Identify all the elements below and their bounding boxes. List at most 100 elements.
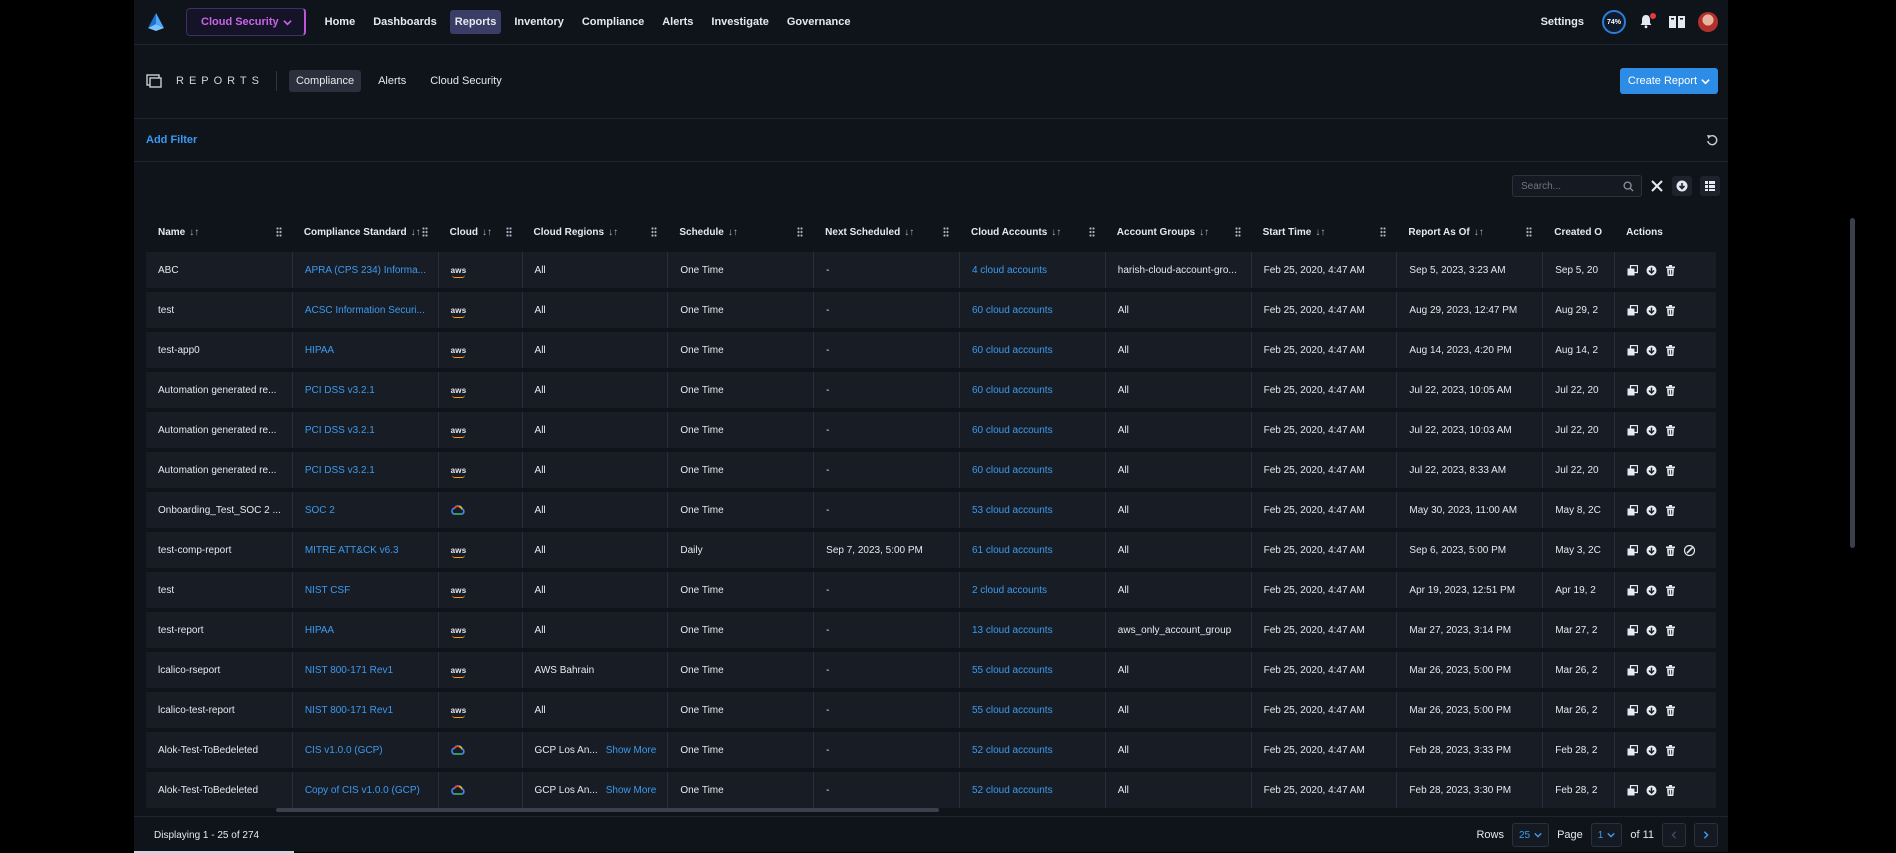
trash-icon[interactable] (1665, 464, 1676, 476)
cloud-accounts-link-text[interactable]: 60 cloud accounts (972, 385, 1053, 396)
download-icon[interactable] (1646, 385, 1657, 396)
compliance-standard-link[interactable]: NIST 800-171 Rev1 (291, 692, 438, 728)
compliance-standard-link-text[interactable]: HIPAA (305, 625, 334, 636)
prisma-logo-icon[interactable] (146, 12, 166, 32)
compliance-standard-link[interactable]: CIS v1.0.0 (GCP) (291, 732, 438, 768)
compliance-standard-link-text[interactable]: PCI DSS v3.2.1 (305, 465, 375, 476)
copy-icon[interactable] (1627, 624, 1639, 636)
trash-icon[interactable] (1665, 264, 1676, 276)
cloud-accounts-link[interactable]: 13 cloud accounts (958, 612, 1105, 648)
rows-per-page-select[interactable]: 25 (1511, 823, 1550, 847)
cloud-accounts-link-text[interactable]: 60 cloud accounts (972, 305, 1053, 316)
table-row[interactable]: test-report HIPAA aws All One Time - 13 cloud … (146, 612, 1716, 648)
sort-icon[interactable]: ↓↑ (608, 227, 618, 238)
drag-handle-icon[interactable] (1089, 227, 1095, 237)
table-row[interactable]: Alok-Test-ToBedeleted Copy of CIS v1.0.0 … (146, 772, 1716, 808)
copy-icon[interactable] (1627, 384, 1639, 396)
nav-compliance[interactable]: Compliance (577, 10, 649, 34)
drag-handle-icon[interactable] (1526, 227, 1532, 237)
cloud-accounts-link[interactable]: 55 cloud accounts (958, 652, 1105, 688)
cloud-accounts-link-text[interactable]: 4 cloud accounts (972, 265, 1047, 276)
sort-icon[interactable]: ↓↑ (411, 227, 421, 238)
download-icon[interactable] (1646, 665, 1657, 676)
compliance-standard-link[interactable]: Copy of CIS v1.0.0 (GCP) (291, 772, 438, 808)
show-more-link[interactable]: Show More (606, 785, 657, 796)
drag-handle-icon[interactable] (943, 227, 949, 237)
trash-icon[interactable] (1665, 784, 1676, 796)
copy-icon[interactable] (1627, 264, 1639, 276)
download-icon[interactable] (1646, 305, 1657, 316)
cloud-accounts-link[interactable]: 60 cloud accounts (958, 452, 1105, 488)
compliance-standard-link[interactable]: NIST 800-171 Rev1 (291, 652, 438, 688)
cloud-accounts-link-text[interactable]: 52 cloud accounts (972, 785, 1053, 796)
compliance-standard-link-text[interactable]: PCI DSS v3.2.1 (305, 385, 375, 396)
tab-cloud-security[interactable]: Cloud Security (423, 70, 509, 92)
copy-icon[interactable] (1627, 344, 1639, 356)
copy-icon[interactable] (1627, 704, 1639, 716)
drag-handle-icon[interactable] (422, 227, 428, 237)
nav-alerts[interactable]: Alerts (657, 10, 698, 34)
compliance-standard-link[interactable]: SOC 2 (291, 492, 438, 528)
compliance-standard-link-text[interactable]: PCI DSS v3.2.1 (305, 425, 375, 436)
vertical-scrollbar[interactable] (1850, 218, 1855, 548)
sort-icon[interactable]: ↓↑ (1199, 227, 1209, 238)
compliance-standard-link[interactable]: HIPAA (291, 612, 438, 648)
compliance-standard-link-text[interactable]: NIST 800-171 Rev1 (305, 705, 393, 716)
nav-home[interactable]: Home (320, 10, 361, 34)
col-account-groups-header[interactable]: Account Groups ↓↑ (1105, 216, 1251, 248)
cloud-accounts-link-text[interactable]: 13 cloud accounts (972, 625, 1053, 636)
tab-alerts[interactable]: Alerts (371, 70, 413, 92)
context-switcher[interactable]: Cloud Security (186, 8, 306, 36)
cloud-accounts-link-text[interactable]: 2 cloud accounts (972, 585, 1047, 596)
compliance-standard-link[interactable]: ACSC Information Securi... (291, 292, 438, 328)
download-icon[interactable] (1646, 505, 1657, 516)
compliance-standard-link[interactable]: NIST CSF (291, 572, 438, 608)
copy-icon[interactable] (1627, 664, 1639, 676)
download-icon[interactable] (1646, 785, 1657, 796)
trash-icon[interactable] (1665, 424, 1676, 436)
copy-icon[interactable] (1627, 304, 1639, 316)
table-row[interactable]: Automation generated re... PCI DSS v3.2.1… (146, 372, 1716, 408)
nav-dashboards[interactable]: Dashboards (368, 10, 442, 34)
close-icon[interactable] (1650, 179, 1664, 193)
cloud-accounts-link[interactable]: 2 cloud accounts (958, 572, 1105, 608)
cloud-accounts-link[interactable]: 52 cloud accounts (958, 772, 1105, 808)
cloud-accounts-link-text[interactable]: 53 cloud accounts (972, 505, 1053, 516)
compliance-standard-link-text[interactable]: MITRE ATT&CK v6.3 (305, 545, 399, 556)
trash-icon[interactable] (1665, 584, 1676, 596)
trash-icon[interactable] (1665, 544, 1676, 556)
avatar[interactable] (1698, 12, 1718, 32)
download-icon[interactable] (1646, 585, 1657, 596)
docs-icon[interactable] (1668, 14, 1686, 30)
page-select[interactable]: 1 (1590, 823, 1623, 847)
download-icon[interactable] (1646, 345, 1657, 356)
trash-icon[interactable] (1665, 384, 1676, 396)
cloud-accounts-link-text[interactable]: 60 cloud accounts (972, 345, 1053, 356)
tab-compliance[interactable]: Compliance (288, 70, 362, 92)
copy-icon[interactable] (1627, 424, 1639, 436)
col-schedule-header[interactable]: Schedule ↓↑ (667, 216, 813, 248)
col-next-scheduled-header[interactable]: Next Scheduled ↓↑ (813, 216, 959, 248)
compliance-standard-link-text[interactable]: APRA (CPS 234) Informa... (305, 265, 426, 276)
table-row[interactable]: lcalico-test-report NIST 800-171 Rev1 aws A… (146, 692, 1716, 728)
table-row[interactable]: Alok-Test-ToBedeleted CIS v1.0.0 (GCP) GCP… (146, 732, 1716, 768)
cloud-accounts-link[interactable]: 60 cloud accounts (958, 372, 1105, 408)
cloud-accounts-link-text[interactable]: 55 cloud accounts (972, 665, 1053, 676)
cloud-accounts-link-text[interactable]: 55 cloud accounts (972, 705, 1053, 716)
cloud-accounts-link[interactable]: 60 cloud accounts (958, 412, 1105, 448)
table-row[interactable]: ABC APRA (CPS 234) Informa... aws All One Ti… (146, 252, 1716, 288)
table-row[interactable]: Onboarding_Test_SOC 2 ... SOC 2 All One Tim… (146, 492, 1716, 528)
drag-handle-icon[interactable] (1234, 227, 1241, 237)
drag-handle-icon[interactable] (651, 227, 657, 237)
reset-icon[interactable] (1706, 134, 1718, 146)
col-cloud-regions-header[interactable]: Cloud Regions ↓↑ (522, 216, 668, 248)
compliance-standard-link[interactable]: PCI DSS v3.2.1 (291, 372, 438, 408)
nav-investigate[interactable]: Investigate (706, 10, 773, 34)
compliance-standard-link-text[interactable]: HIPAA (305, 345, 334, 356)
download-icon[interactable] (1646, 745, 1657, 756)
compliance-standard-link[interactable]: APRA (CPS 234) Informa... (291, 252, 438, 288)
download-icon[interactable] (1646, 425, 1657, 436)
sort-icon[interactable]: ↓↑ (1474, 227, 1484, 238)
table-row[interactable]: test-comp-report MITRE ATT&CK v6.3 aws All D… (146, 532, 1716, 568)
sort-icon[interactable]: ↓↑ (482, 227, 492, 238)
